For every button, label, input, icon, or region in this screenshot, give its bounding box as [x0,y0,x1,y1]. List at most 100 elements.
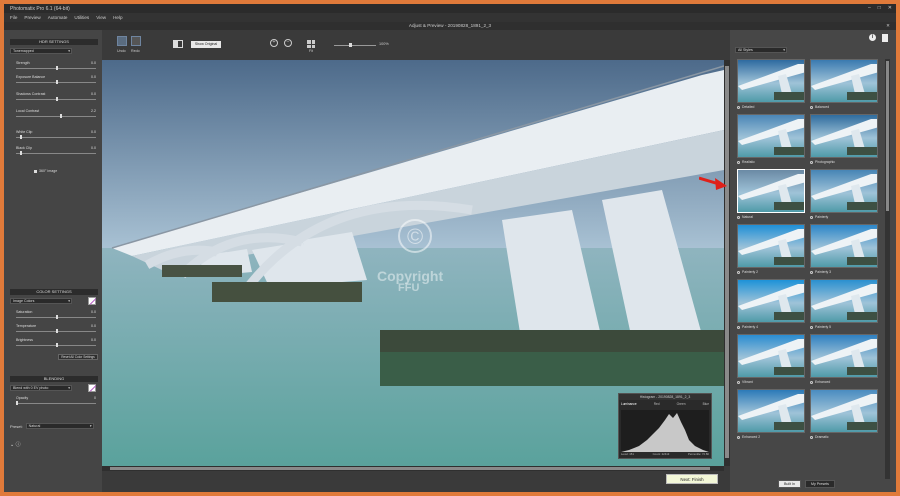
style-thumbnail[interactable]: Balanced [810,59,878,111]
preview-image[interactable]: © Copyright FFU Histogram - 20190828_189… [102,60,724,466]
reset-color-button[interactable]: Reset All Color Settings [58,354,98,360]
style-thumbnail-image [810,114,878,158]
compare-icon[interactable] [173,40,183,48]
fit-icon[interactable] [307,40,315,48]
style-thumbnail-image [810,279,878,323]
radio-icon [810,215,813,219]
preset-dropdown[interactable]: Natural ▾ [25,423,94,429]
blending-header[interactable]: BLENDING [10,376,98,382]
style-thumbnail[interactable]: Painterly [810,169,878,221]
hdr-settings-header[interactable]: HDR SETTINGS [10,39,98,45]
close-document-icon[interactable]: ✕ [886,22,890,30]
undo-icon[interactable] [117,36,127,46]
horizontal-scrollbar[interactable] [102,466,724,471]
menu-file[interactable]: File [10,15,17,20]
menu-help[interactable]: Help [113,15,122,20]
chevron-down-icon: ▾ [89,424,92,428]
color-settings-header[interactable]: COLOR SETTINGS [10,289,98,295]
watermark-symbol: © [407,224,423,249]
style-thumbnail[interactable]: Painterly 3 [810,224,878,276]
style-thumbnail-caption: Natural [737,215,753,219]
style-thumbnail[interactable]: Natural [737,169,805,221]
color-swatch[interactable] [88,297,96,305]
fit-label: Fit [309,49,313,53]
next-finish-button[interactable]: Next: Finish [666,474,718,484]
histogram-panel: Histogram - 20190828_1891_2_3 Luminance … [618,393,712,459]
settings-panel: HDR SETTINGS Tonemapped ▾ Strength 0.0 Exp… [4,30,102,492]
method-dropdown[interactable]: Tonemapped ▾ [10,48,72,54]
red-arrow-annotation [699,176,727,190]
zoom-slider[interactable] [334,45,376,46]
radio-icon [737,215,740,219]
strength-slider[interactable]: Strength 0.0 [16,61,96,73]
show-original-button[interactable]: Show Original [191,41,221,48]
local-contrast-slider[interactable]: Local Contrast 2.2 [16,109,96,121]
radio-icon [737,105,740,109]
menu-utilities[interactable]: Utilities [74,15,89,20]
temperature-slider[interactable]: Temperature 0.0 [16,324,96,336]
my-presets-button[interactable]: My Presets [805,480,835,488]
saturation-slider[interactable]: Saturation 0.0 [16,310,96,322]
styles-tabs: Built In My Presets [778,480,835,488]
style-thumbnail[interactable]: Painterly 5 [810,279,878,331]
histogram-graph [621,410,709,452]
360-image-checkbox[interactable]: 360° image [34,169,57,173]
info-icon[interactable]: i [869,34,876,41]
style-thumbnail-image [737,224,805,268]
tab-luminance[interactable]: Luminance [621,402,637,408]
white-clip-slider[interactable]: White Clip 0.0 [16,130,96,142]
menu-preview[interactable]: Preview [24,15,40,20]
styles-panel-top: i [730,30,896,42]
style-thumbnail[interactable]: Enhanced [810,334,878,386]
style-thumbnail[interactable]: Realistic [737,114,805,166]
redo-icon[interactable] [131,36,141,46]
app-window: Photomatix Pro 6.1 (64-bit) – □ ✕ File P… [4,4,896,492]
redo-label: Redo [131,49,140,53]
styles-filter-dropdown[interactable]: All Styles ▾ [735,47,787,53]
color-mode-dropdown[interactable]: Image Colors ▾ [10,298,72,304]
minimize-icon[interactable]: – [868,5,871,11]
style-thumbnail-caption: Painterly [810,215,828,219]
title-bar: Photomatix Pro 6.1 (64-bit) – □ ✕ [4,4,896,13]
preset-label: Preset: [10,423,23,429]
built-in-button[interactable]: Built In [778,480,801,488]
shadows-contrast-slider[interactable]: Shadows Contrast 0.0 [16,92,96,104]
menu-view[interactable]: View [96,15,106,20]
style-thumbnail[interactable]: Photographic [810,114,878,166]
close-icon[interactable]: ✕ [888,5,892,11]
histogram-tabs: Luminance Red Green Blue [621,402,709,408]
maximize-icon[interactable]: □ [878,5,881,11]
styles-scrollbar[interactable] [885,59,890,479]
style-thumbnail[interactable]: Enhanced 2 [737,389,805,441]
zoom-slider-knob[interactable] [349,43,352,47]
document-icon[interactable] [882,34,888,42]
opacity-slider[interactable]: Opacity 0 [16,396,96,408]
zoom-in-icon[interactable]: + [270,39,278,47]
black-clip-slider[interactable]: Black Clip 0.0 [16,146,96,158]
style-thumbnail[interactable]: Vibrant [737,334,805,386]
panel-toggle-icons[interactable]: ⌄ ⓘ [10,441,21,448]
radio-icon [737,325,740,329]
style-thumbnail-caption: Enhanced [810,380,830,384]
style-thumbnail-image [737,59,805,103]
blend-color-swatch[interactable] [88,384,96,392]
style-thumbnail[interactable]: Dramatic [810,389,878,441]
style-thumbnail-caption: Realistic [737,160,755,164]
tab-red[interactable]: Red [654,402,660,408]
style-thumbnail-image [737,114,805,158]
radio-icon [737,270,740,274]
style-thumbnail[interactable]: Painterly 4 [737,279,805,331]
histogram-footer: Level: 151 Count: 22413 Percentile: 72.8… [621,452,709,456]
watermark-ffu: FFU [398,282,420,294]
zoom-out-icon[interactable]: − [284,39,292,47]
style-thumbnail[interactable]: Painterly 2 [737,224,805,276]
blend-mode-dropdown[interactable]: Blend with 0 EV photo ▾ [10,385,72,391]
document-bar: Adjust & Preview - 20190828_1891_2_3 ✕ [4,22,896,30]
tab-green[interactable]: Green [677,402,686,408]
menu-automate[interactable]: Automate [48,15,68,20]
style-thumbnail[interactable]: Detailed [737,59,805,111]
style-thumbnail-caption: Enhanced 2 [737,435,760,439]
exposure-balance-slider[interactable]: Exposure Balance 0.0 [16,75,96,87]
brightness-slider[interactable]: Brightness 0.0 [16,338,96,350]
tab-blue[interactable]: Blue [703,402,709,408]
